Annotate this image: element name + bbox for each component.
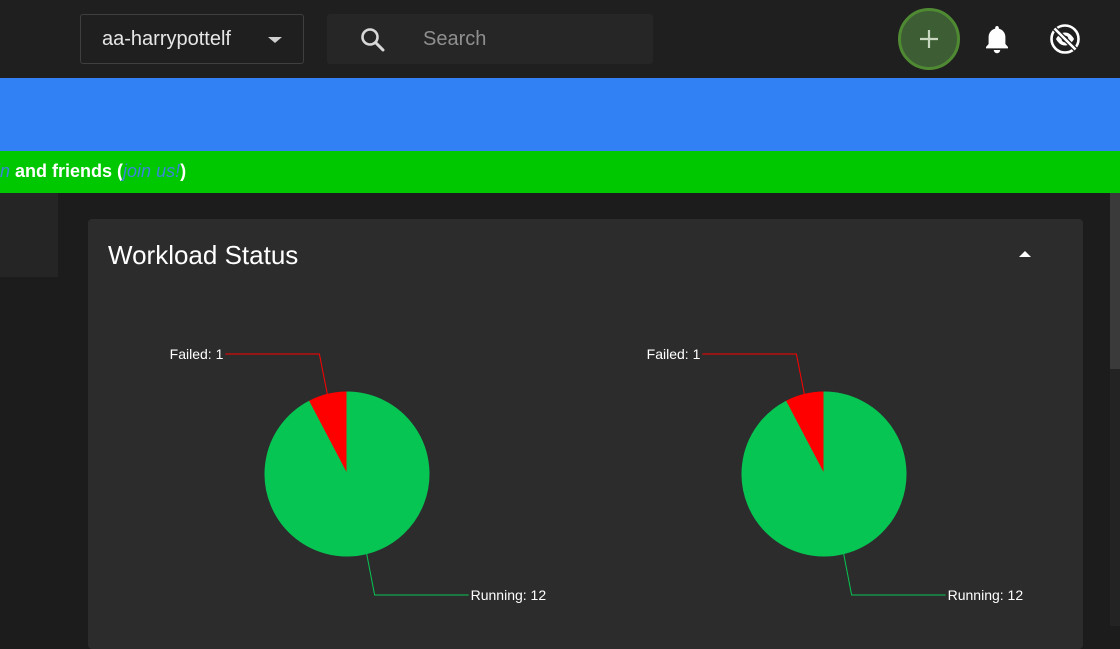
scrollbar[interactable] [1110, 193, 1120, 626]
leader-line-running [843, 553, 946, 596]
leader-line-failed [702, 353, 805, 395]
join-us-link[interactable]: join us! [123, 161, 180, 181]
pie-label-failed: Failed: 1 [170, 346, 224, 362]
pie-slice-running[interactable] [741, 391, 907, 557]
namespace-select[interactable]: aa-harrypottelf [80, 14, 304, 64]
scrollbar-thumb[interactable] [1110, 193, 1120, 369]
search-input[interactable] [423, 27, 633, 51]
search-box [327, 14, 653, 64]
search-icon[interactable] [360, 27, 386, 53]
pie-chart-left: Failed: 1 Running: 12 [170, 346, 547, 603]
banner-text-after: ) [180, 161, 187, 181]
namespace-select-value: aa-harrypottelf [102, 28, 231, 50]
plus-icon [920, 30, 938, 48]
top-bar: aa-harrypottelf [0, 0, 1120, 78]
announcement-banner [0, 78, 1120, 151]
leader-line-running [366, 553, 469, 596]
chevron-up-icon[interactable] [1019, 251, 1031, 257]
community-link[interactable]: uin [0, 161, 10, 181]
pie-slice-running[interactable] [264, 391, 430, 557]
bell-icon[interactable] [983, 24, 1011, 54]
pie-label-running: Running: 12 [471, 587, 547, 603]
workload-status-panel: Workload Status Failed: 1 Running: 12 Fai… [88, 219, 1083, 649]
eye-off-icon[interactable] [1048, 22, 1082, 56]
community-banner: uin and friends (join us!) [0, 151, 1120, 193]
pie-chart-right: Failed: 1 Running: 12 [647, 346, 1024, 603]
banner-text-before: and friends ( [10, 161, 124, 181]
chevron-down-icon [268, 37, 282, 43]
add-button[interactable] [898, 8, 960, 70]
leader-line-failed [225, 353, 328, 395]
sidebar-panel [0, 193, 58, 277]
pie-label-running: Running: 12 [948, 587, 1024, 603]
pie-label-failed: Failed: 1 [647, 346, 701, 362]
community-banner-text: uin and friends (join us!) [0, 161, 186, 182]
panel-title: Workload Status [108, 240, 299, 270]
